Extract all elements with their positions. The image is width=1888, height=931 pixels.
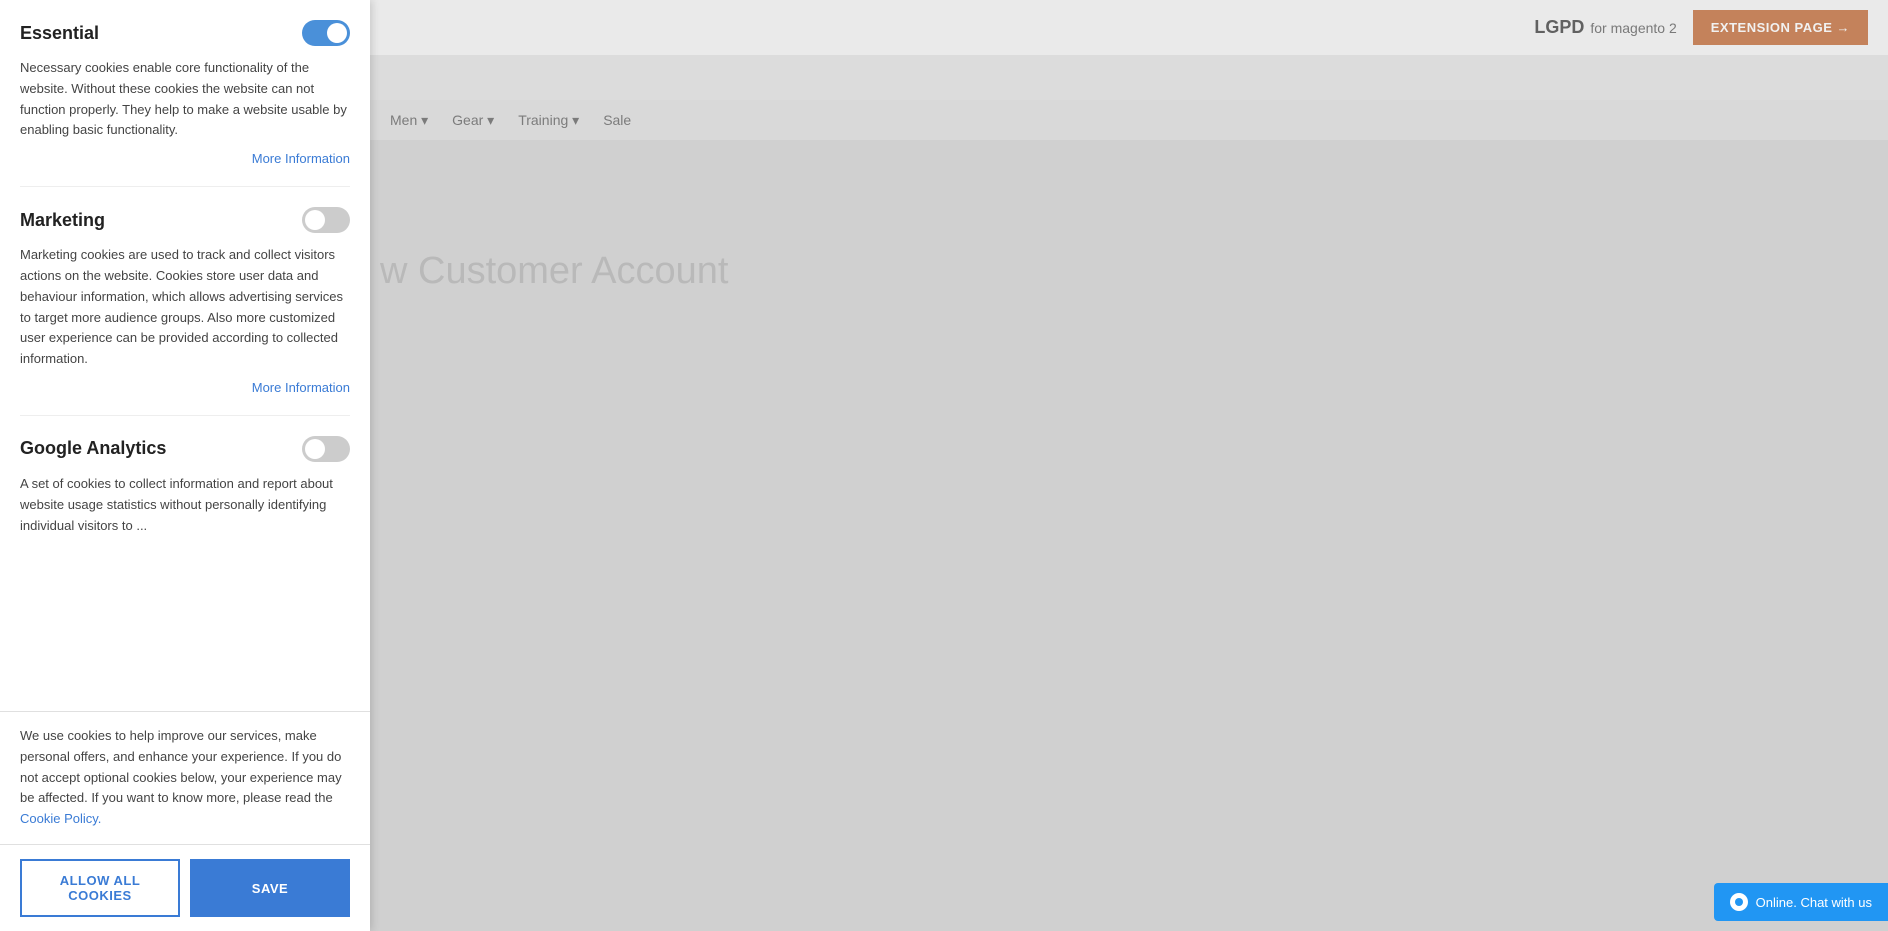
essential-description: Necessary cookies enable core functional…: [20, 58, 350, 141]
essential-slider: [302, 20, 350, 46]
marketing-toggle[interactable]: [302, 207, 350, 233]
cookie-panel-scroll: Essential Necessary cookies enable core …: [0, 0, 370, 711]
cookie-consent-panel: Essential Necessary cookies enable core …: [0, 0, 370, 931]
nav-item-men[interactable]: Men ▾: [390, 112, 428, 129]
analytics-title: Google Analytics: [20, 438, 166, 459]
cookie-bottom-notice: We use cookies to help improve our servi…: [0, 711, 370, 844]
marketing-slider: [302, 207, 350, 233]
top-bar: LGPD for magento 2 EXTENSION PAGE →: [370, 0, 1888, 55]
nav-bar: [370, 55, 1888, 100]
marketing-header: Marketing: [20, 207, 350, 233]
save-button[interactable]: SAVE: [190, 859, 350, 917]
chat-icon: [1730, 893, 1748, 911]
essential-title: Essential: [20, 23, 99, 44]
allow-all-cookies-button[interactable]: ALLOW ALL COOKIES: [20, 859, 180, 917]
page-title: w Customer Account: [380, 250, 728, 293]
cookie-actions: ALLOW ALL COOKIES SAVE: [0, 844, 370, 931]
analytics-toggle[interactable]: [302, 436, 350, 462]
cookie-section-marketing: Marketing Marketing cookies are used to …: [20, 207, 350, 416]
nav-item-training[interactable]: Training ▾: [518, 112, 579, 129]
marketing-description: Marketing cookies are used to track and …: [20, 245, 350, 370]
chat-widget[interactable]: Online. Chat with us: [1714, 883, 1888, 921]
nav-menu: Men ▾ Gear ▾ Training ▾ Sale: [370, 100, 1888, 140]
analytics-description: A set of cookies to collect information …: [20, 474, 350, 536]
brand-magento: for magento 2: [1590, 20, 1676, 36]
nav-item-sale[interactable]: Sale: [603, 112, 631, 128]
essential-toggle[interactable]: [302, 20, 350, 46]
cookie-section-analytics: Google Analytics A set of cookies to col…: [20, 436, 350, 566]
marketing-more-info-link[interactable]: More Information: [20, 380, 350, 395]
marketing-title: Marketing: [20, 210, 105, 231]
chat-label: Online. Chat with us: [1756, 895, 1872, 910]
essential-more-info-link[interactable]: More Information: [20, 151, 350, 166]
extension-page-button[interactable]: EXTENSION PAGE →: [1693, 10, 1868, 45]
brand-lgpd: LGPD: [1534, 17, 1584, 38]
cookie-section-essential: Essential Necessary cookies enable core …: [20, 20, 350, 187]
analytics-slider: [302, 436, 350, 462]
brand-name: LGPD for magento 2: [1534, 17, 1676, 38]
cookie-policy-link[interactable]: Cookie Policy.: [20, 811, 101, 826]
bottom-notice-text: We use cookies to help improve our servi…: [20, 728, 342, 805]
nav-item-gear[interactable]: Gear ▾: [452, 112, 494, 129]
analytics-header: Google Analytics: [20, 436, 350, 462]
essential-header: Essential: [20, 20, 350, 46]
